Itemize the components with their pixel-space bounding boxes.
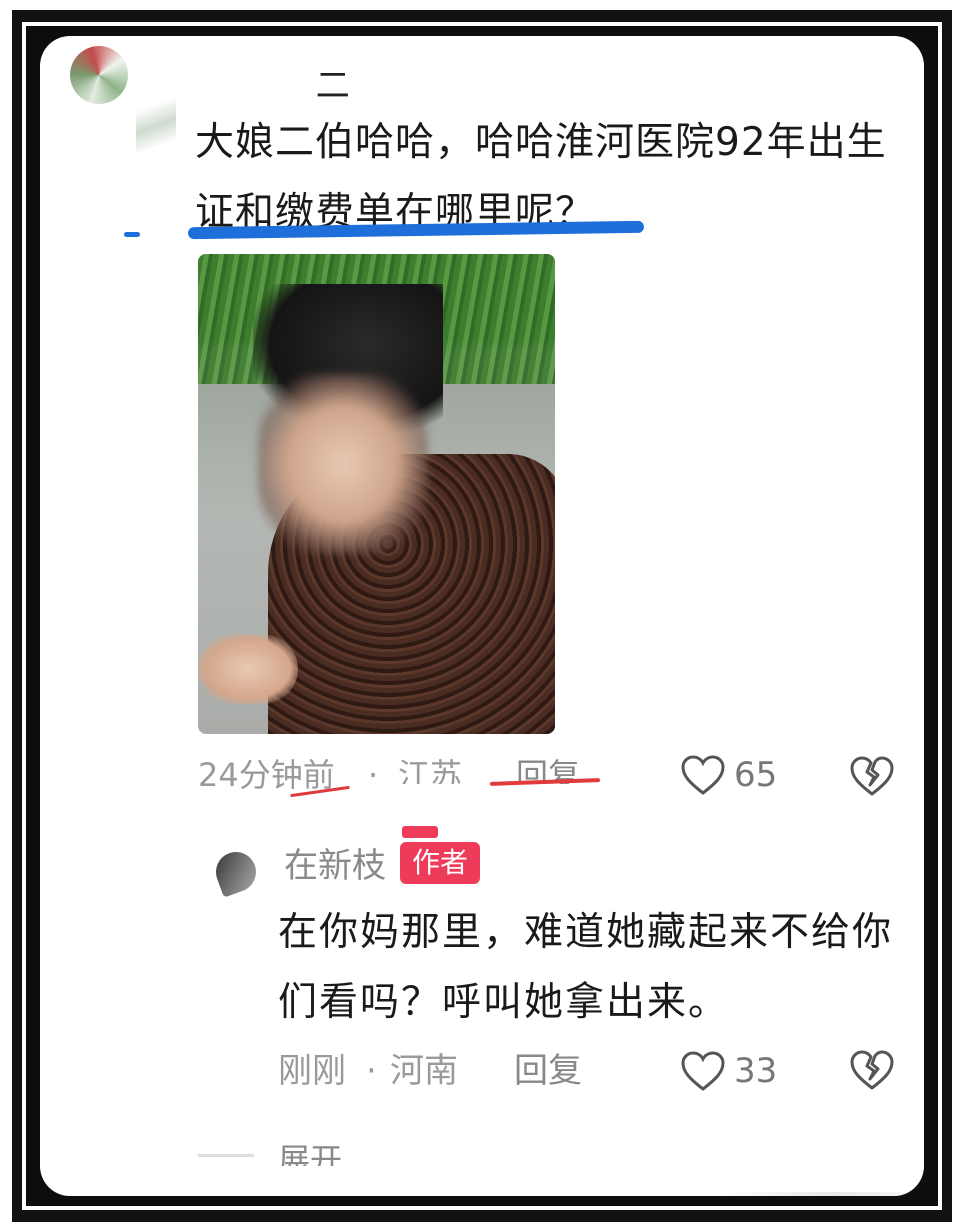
comment-dislike-button[interactable] — [848, 752, 896, 800]
heart-outline-icon — [681, 1051, 725, 1091]
heart-outline-icon — [681, 755, 725, 795]
comment-card: __ _二__ 大娘二伯哈哈，哈哈淮河医院92年出生证和缴费单在哪里呢？ 24分… — [40, 36, 924, 1196]
reply-like-button[interactable]: 33 — [680, 1046, 777, 1096]
reply-time: 刚刚 — [278, 1051, 346, 1091]
reply-avatar[interactable] — [210, 846, 262, 898]
commenter-username[interactable]: __ _二__ — [230, 58, 402, 98]
photo-blurred-face — [258, 374, 428, 554]
comment-location: 江苏 — [398, 756, 463, 784]
bottom-smudge — [720, 1192, 924, 1196]
annotation-dot — [124, 232, 140, 237]
broken-heart-icon — [850, 756, 894, 796]
reply-username[interactable]: 在新枝 — [284, 842, 386, 890]
meta-separator: · — [368, 756, 379, 794]
reply-reply-button[interactable]: 回复 — [514, 1046, 582, 1096]
comment-like-button[interactable]: 65 — [680, 750, 777, 800]
reply-text: 在你妈那里，难道她藏起来不给你们看吗？呼叫她拿出来。 — [278, 910, 894, 1025]
comment-like-count: 65 — [734, 755, 778, 795]
reply-meta-separator: · — [366, 1051, 377, 1091]
avatar-smudge — [136, 96, 176, 156]
badge-annotation-mark — [402, 826, 438, 838]
expand-divider — [198, 1154, 254, 1157]
author-badge: 作者 — [400, 842, 481, 884]
comment-photo[interactable] — [198, 254, 555, 734]
commenter-avatar[interactable] — [70, 46, 128, 104]
reply-like-count: 33 — [734, 1051, 778, 1091]
broken-heart-icon — [850, 1050, 894, 1090]
expand-replies-link[interactable]: 展开 — [278, 1134, 342, 1166]
reply-dislike-button[interactable] — [848, 1046, 896, 1094]
reply-location: 河南 — [390, 1051, 458, 1091]
photo-hands — [198, 634, 298, 704]
